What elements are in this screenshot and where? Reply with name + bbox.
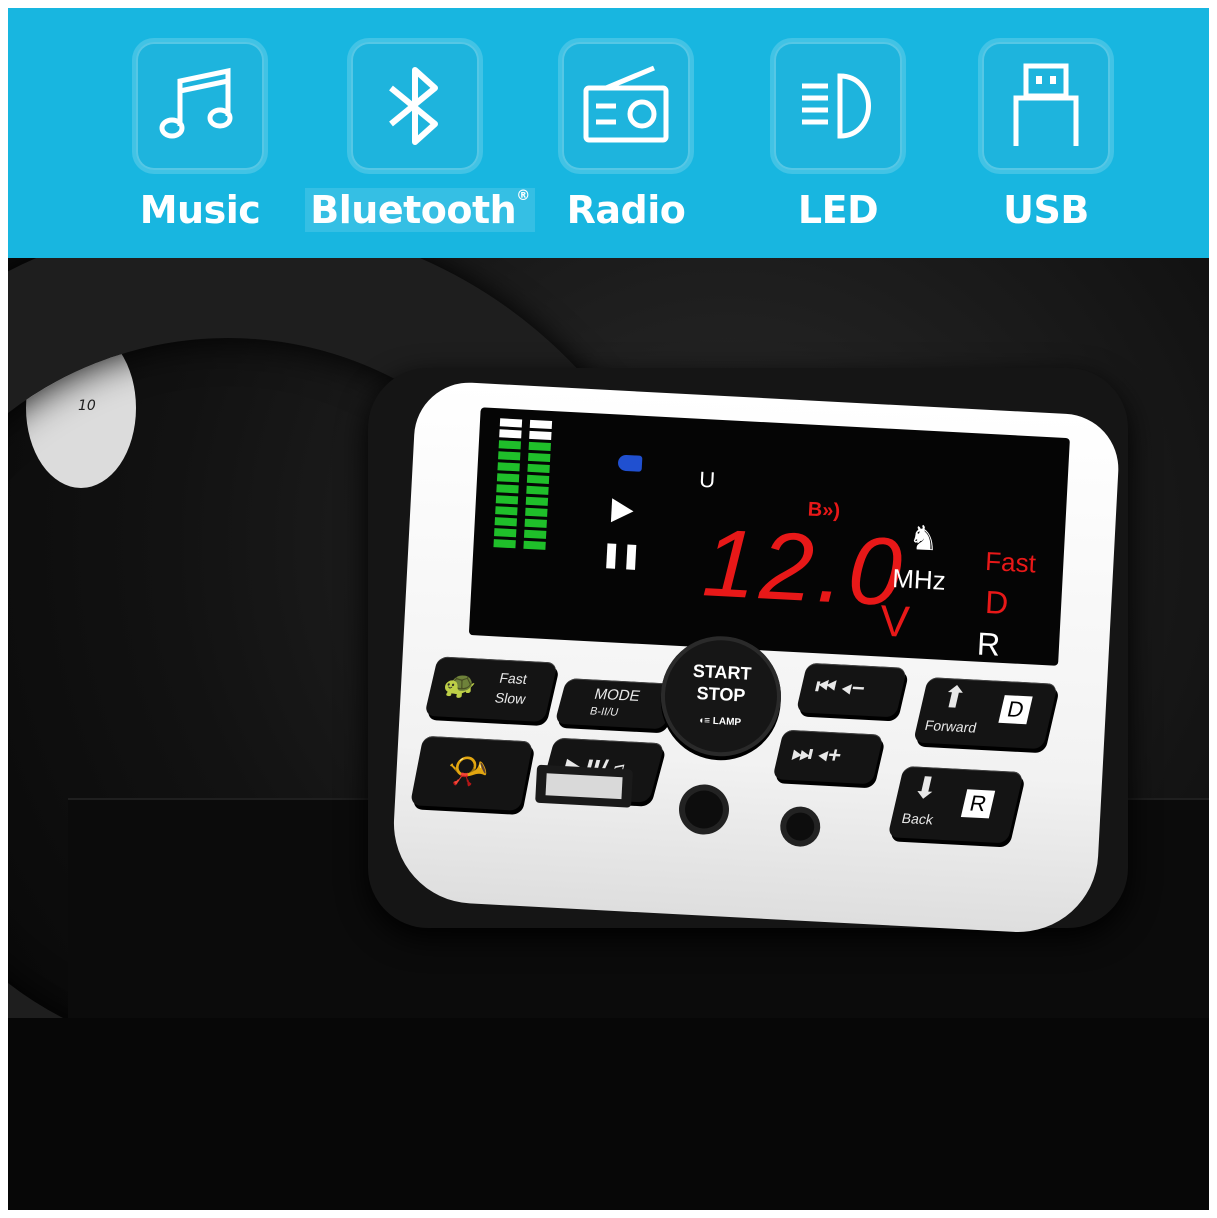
equalizer-bar — [499, 429, 522, 439]
feature-label-bluetooth: Bluetooth® — [305, 188, 535, 232]
back-button[interactable]: ⬇ Back R — [887, 765, 1024, 844]
speed-slow-label: Slow — [493, 689, 528, 707]
equalizer-bar — [529, 430, 552, 441]
forward-letter: D — [998, 695, 1033, 725]
mode-button[interactable]: MODE B-II/U — [554, 678, 677, 730]
back-letter: R — [960, 789, 996, 819]
feature-banner: Music Bluetooth® Radio LED USB — [8, 8, 1209, 258]
led-headlight-icon — [802, 73, 871, 139]
lcd-display: U ❚❚ B») 12.0 V ♞ MHz Fast D R — [468, 407, 1070, 666]
pause-icon: ❚❚ — [600, 540, 643, 570]
feature-label: LED — [797, 188, 879, 232]
equalizer-bar — [499, 418, 523, 428]
product-image: Music Bluetooth® Radio LED USB 10 U ❚❚ B… — [0, 0, 1217, 1218]
speed-fast-label: Fast — [497, 669, 529, 687]
aux-jack[interactable] — [684, 789, 724, 830]
equalizer-bar — [494, 517, 517, 527]
voltage-reading: 12.0 — [700, 509, 909, 627]
feature-label-text: Bluetooth — [310, 188, 517, 232]
gear-r: R — [976, 625, 1002, 663]
equalizer-bar — [523, 529, 547, 539]
lamp-icon: ◖≡ — [697, 715, 714, 727]
equalizer-bar — [498, 440, 522, 450]
equalizer-bar — [524, 518, 547, 528]
forward-label: Forward — [923, 717, 979, 736]
usb-tile — [982, 42, 1110, 170]
back-arrow-icon: ⬇ — [909, 771, 942, 806]
usb-port[interactable] — [535, 764, 633, 808]
equalizer-bar — [498, 451, 521, 461]
feature-bluetooth: Bluetooth® — [305, 42, 535, 252]
unit-mhz: MHz — [891, 563, 947, 596]
equalizer-bar — [493, 539, 516, 549]
equalizer-bar — [495, 495, 519, 505]
equalizer-bar — [528, 452, 551, 462]
radio-tile — [562, 42, 690, 170]
gear-d: D — [984, 583, 1010, 622]
equalizer-bar — [497, 462, 520, 472]
usb-port-inner — [545, 773, 623, 800]
equalizer-bar — [528, 441, 551, 451]
feature-label: USB — [1003, 188, 1089, 232]
led-tile — [774, 42, 902, 170]
previous-volume-down-icon: ⏮ ◂− — [813, 673, 868, 701]
equalizer-bar — [526, 485, 549, 495]
equalizer-bar — [523, 540, 546, 550]
lamp-label: ◖≡ LAMP — [659, 713, 779, 730]
bluetooth-icon — [389, 67, 438, 145]
feature-usb: USB — [976, 42, 1116, 252]
dashboard-photo: 10 U ❚❚ B») 12.0 V ♞ MHz Fast D R 🐢 Fast… — [8, 258, 1209, 1210]
forward-button[interactable]: ⬆ Forward D — [912, 677, 1058, 750]
feature-music: Music — [130, 42, 270, 252]
usb-icon — [1013, 63, 1079, 146]
rocking-horse-icon: ♞ — [907, 518, 940, 559]
turtle-icon: 🐢 — [440, 668, 480, 701]
next-volume-up-button[interactable]: ⏭ ◂+ — [772, 729, 884, 785]
bluetooth-lcd-icon — [617, 454, 643, 472]
equalizer-bar — [496, 484, 519, 494]
horn-icon: 📯 — [443, 752, 493, 793]
music-note-icon — [159, 67, 233, 139]
equalizer-bar — [526, 474, 550, 484]
charging-jack[interactable] — [785, 811, 815, 842]
indicator-u: U — [698, 466, 716, 493]
bluetooth-tile — [351, 42, 479, 170]
control-panel: U ❚❚ B») 12.0 V ♞ MHz Fast D R 🐢 Fast Sl… — [389, 379, 1122, 937]
feature-radio: Radio — [556, 42, 696, 252]
back-label: Back — [900, 809, 935, 828]
equalizer-bar — [495, 506, 518, 516]
mode-label: MODE — [592, 685, 642, 705]
lamp-label-text: LAMP — [712, 715, 742, 729]
horn-button[interactable]: 📯 — [409, 735, 534, 811]
previous-volume-down-button[interactable]: ⏮ ◂− — [795, 662, 908, 718]
play-icon — [610, 498, 635, 524]
feature-label: Radio — [566, 188, 686, 232]
next-volume-up-icon: ⏭ ◂+ — [789, 740, 845, 768]
music-tile — [136, 42, 264, 170]
start-stop-button[interactable]: START STOP ◖≡ LAMP — [657, 633, 785, 760]
equalizer-bars — [493, 418, 560, 561]
forward-arrow-icon: ⬆ — [937, 680, 971, 715]
feature-label: Music — [139, 188, 261, 232]
mode-sub-label: B-II/U — [588, 705, 620, 719]
equalizer-bar — [494, 528, 517, 538]
equalizer-bar — [527, 463, 550, 473]
equalizer-bar — [496, 473, 520, 483]
radio-icon — [583, 65, 669, 143]
unit-v: V — [878, 596, 911, 647]
equalizer-bar — [529, 419, 553, 430]
dashboard-lower — [8, 1018, 1209, 1210]
speed-button[interactable]: 🐢 Fast Slow — [424, 656, 558, 723]
equalizer-bar — [525, 507, 548, 517]
equalizer-bar — [525, 496, 549, 506]
feature-led: LED — [768, 42, 908, 252]
speed-mode: Fast — [984, 545, 1037, 579]
